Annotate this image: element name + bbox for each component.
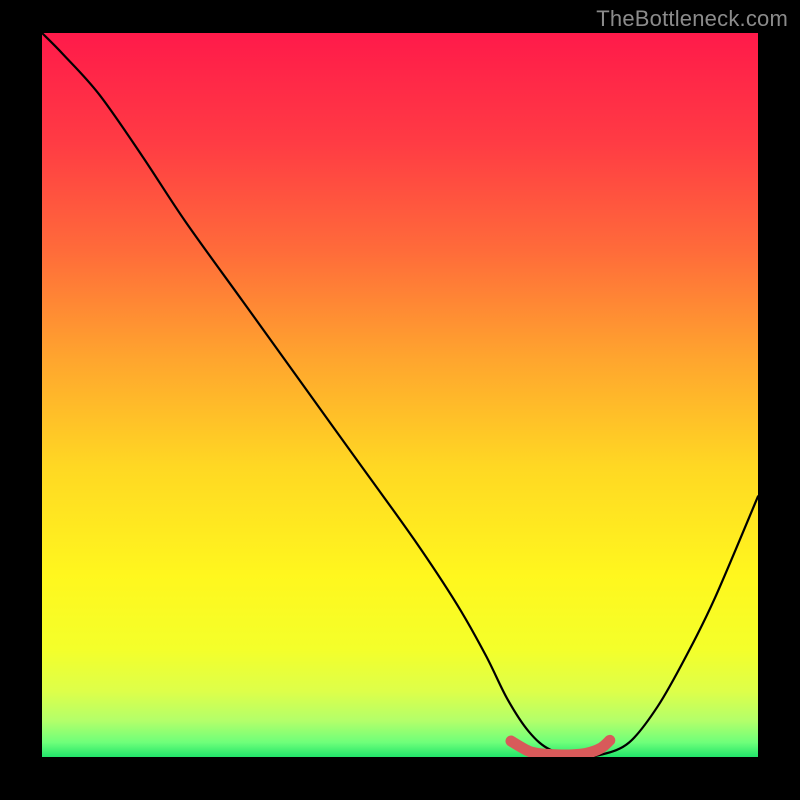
- highlight-segment: [42, 33, 758, 757]
- plot-area: [42, 33, 758, 757]
- watermark-text: TheBottleneck.com: [596, 6, 788, 32]
